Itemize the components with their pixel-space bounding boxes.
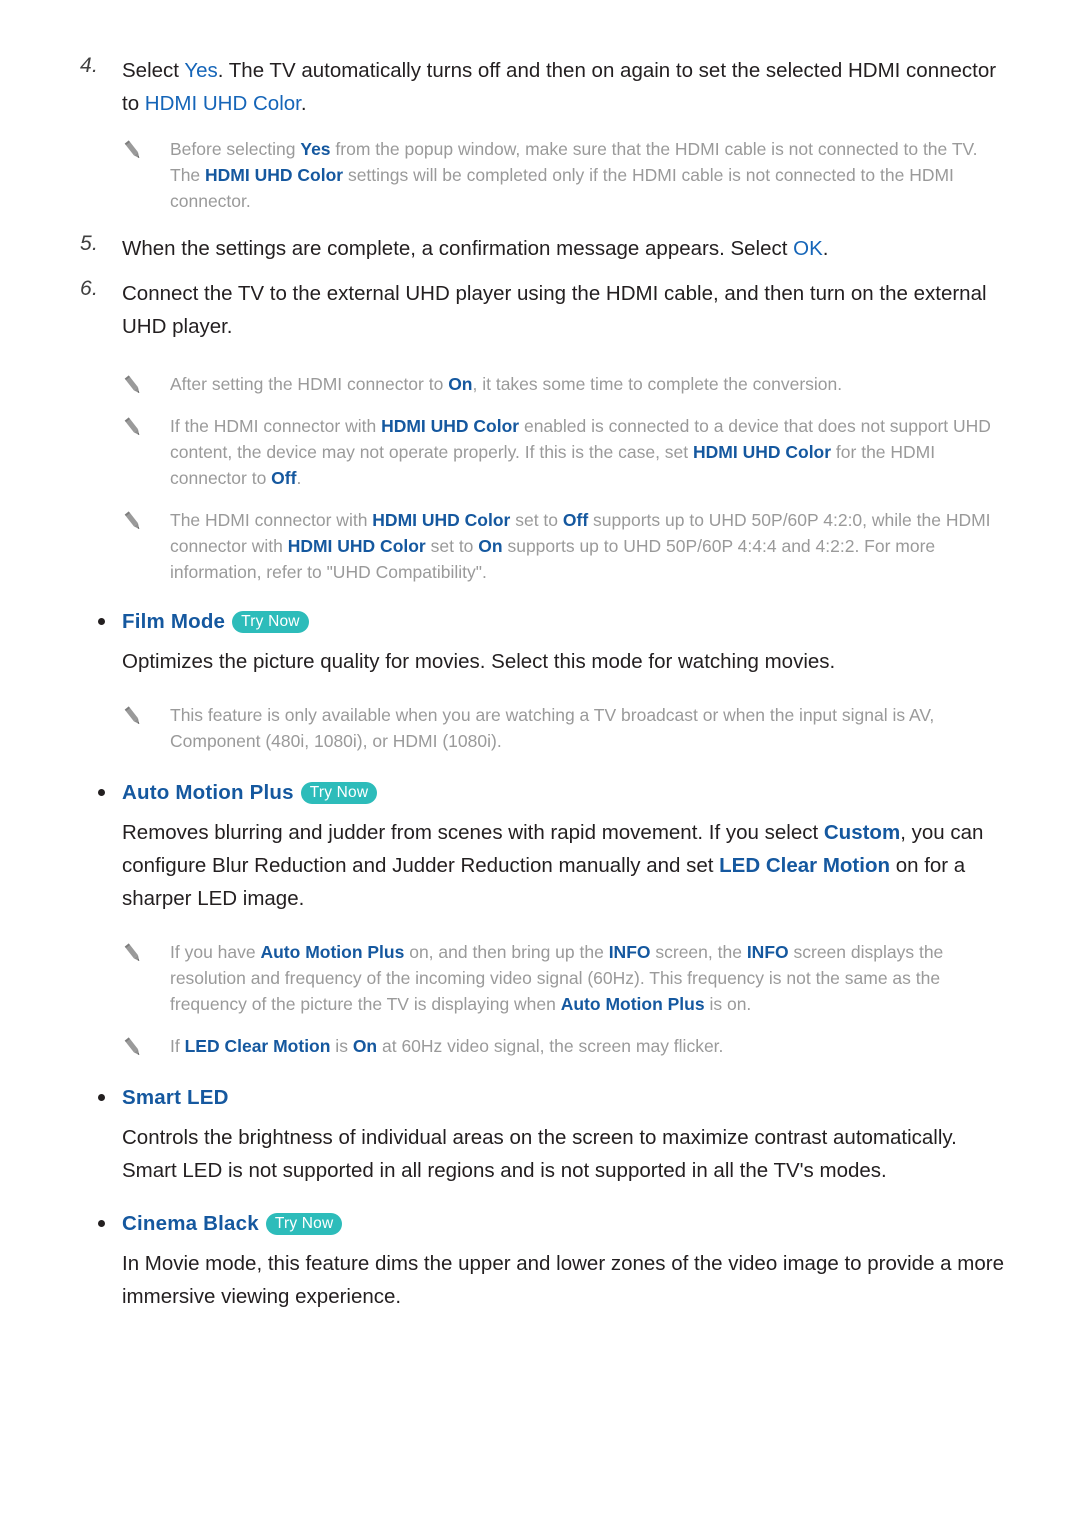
text-run: . (296, 468, 302, 488)
inline-emphasis[interactable]: INFO (609, 942, 651, 962)
step-text-part: . (300, 92, 307, 115)
inline-emphasis[interactable]: Auto Motion Plus (561, 994, 705, 1014)
text-run: In Movie mode, this feature dims the upp… (122, 1252, 1004, 1308)
step-text-part: Select (122, 59, 185, 82)
note-text: If the HDMI connector with HDMI UHD Colo… (170, 416, 991, 488)
pencil-icon (120, 509, 146, 535)
inline-emphasis[interactable]: Yes (300, 139, 330, 159)
text-run: After setting the HDMI connector to (170, 374, 449, 394)
note-text: Before selecting Yes from the popup wind… (170, 139, 977, 211)
note-item: The HDMI connector with HDMI UHD Color s… (120, 507, 1008, 585)
bullet-icon (98, 789, 105, 796)
step-text: Connect the TV to the external UHD playe… (122, 282, 987, 338)
feature-heading-auto-motion-plus: Auto Motion Plus Try Now (72, 778, 1008, 808)
text-run: screen, the (650, 942, 747, 962)
try-now-badge[interactable]: Try Now (265, 1213, 343, 1235)
inline-emphasis[interactable]: HDMI UHD Color (381, 416, 519, 436)
note-item: This feature is only available when you … (120, 702, 1008, 754)
bullet-icon (98, 618, 105, 625)
note-text: The HDMI connector with HDMI UHD Color s… (170, 510, 991, 582)
try-now-badge[interactable]: Try Now (300, 782, 378, 804)
inline-emphasis[interactable]: HDMI UHD Color (372, 510, 510, 530)
step-item: 5. When the settings are complete, a con… (72, 232, 1008, 265)
note-text: After setting the HDMI connector to On, … (170, 374, 842, 394)
inline-emphasis[interactable]: Off (271, 468, 296, 488)
step-text-part: . (822, 237, 829, 260)
pencil-icon (120, 941, 146, 967)
inline-emphasis[interactable]: LED Clear Motion (185, 1036, 331, 1056)
feature-title: Auto Motion Plus (122, 781, 294, 804)
text-run: , it takes some time to complete the con… (472, 374, 843, 394)
inline-link-ok[interactable]: OK (793, 237, 823, 260)
pencil-icon (120, 704, 146, 730)
feature-title: Film Mode (122, 610, 226, 633)
text-run: This feature is only available when you … (170, 705, 935, 751)
feature-title: Cinema Black (122, 1212, 259, 1235)
note-item: If you have Auto Motion Plus on, and the… (120, 939, 1008, 1017)
text-run: If (170, 1036, 185, 1056)
note-item: If LED Clear Motion is On at 60Hz video … (120, 1033, 1008, 1059)
step-item: 6. Connect the TV to the external UHD pl… (72, 277, 1008, 343)
text-run: Before selecting (170, 139, 301, 159)
pencil-icon (120, 373, 146, 399)
step-number: 4. (80, 54, 99, 77)
pencil-icon (120, 415, 146, 441)
feature-heading-cinema-black: Cinema Black Try Now (72, 1209, 1008, 1239)
document-page: 4. Select Yes. The TV automatically turn… (0, 0, 1080, 1527)
note-text: If you have Auto Motion Plus on, and the… (170, 942, 943, 1014)
step-text-part: When the settings are complete, a confir… (122, 237, 794, 260)
bullet-icon (98, 1220, 105, 1227)
note-item: Before selecting Yes from the popup wind… (120, 136, 1008, 214)
note-text: This feature is only available when you … (170, 705, 934, 751)
note-item: After setting the HDMI connector to On, … (120, 371, 1008, 397)
inline-link-hdmi-uhd-color[interactable]: HDMI UHD Color (145, 92, 301, 115)
step-text: Select Yes. The TV automatically turns o… (122, 59, 996, 115)
step-number: 6. (80, 277, 99, 300)
text-run: set to (510, 510, 563, 530)
text-run: is (330, 1036, 353, 1056)
inline-emphasis[interactable]: HDMI UHD Color (205, 165, 343, 185)
inline-emphasis[interactable]: HDMI UHD Color (693, 442, 831, 462)
text-run: is on. (704, 994, 752, 1014)
feature-heading-smart-led: Smart LED (72, 1083, 1008, 1113)
step-text: When the settings are complete, a confir… (122, 237, 828, 260)
note-item: If the HDMI connector with HDMI UHD Colo… (120, 413, 1008, 491)
text-run: The HDMI connector with (170, 510, 373, 530)
inline-emphasis[interactable]: On (353, 1036, 377, 1056)
note-text: If LED Clear Motion is On at 60Hz video … (170, 1036, 723, 1056)
step-number: 5. (80, 232, 99, 255)
inline-emphasis[interactable]: Custom (824, 821, 900, 844)
inline-emphasis[interactable]: On (448, 374, 472, 394)
feature-title: Smart LED (122, 1086, 229, 1109)
text-run: If the HDMI connector with (170, 416, 382, 436)
text-run: on, and then bring up the (404, 942, 609, 962)
inline-emphasis[interactable]: Auto Motion Plus (260, 942, 404, 962)
feature-description: Controls the brightness of individual ar… (122, 1121, 1008, 1187)
feature-description: Optimizes the picture quality for movies… (122, 645, 1008, 678)
text-run: If you have (170, 942, 261, 962)
pencil-icon (120, 1035, 146, 1061)
inline-emphasis[interactable]: INFO (747, 942, 789, 962)
feature-description: In Movie mode, this feature dims the upp… (122, 1247, 1008, 1313)
inline-emphasis[interactable]: HDMI UHD Color (288, 536, 426, 556)
text-run: set to (425, 536, 479, 556)
bullet-icon (98, 1094, 105, 1101)
inline-emphasis[interactable]: LED Clear Motion (719, 854, 890, 877)
feature-description: Removes blurring and judder from scenes … (122, 816, 1008, 915)
feature-heading-film-mode: Film Mode Try Now (72, 607, 1008, 637)
text-run: Optimizes the picture quality for movies… (122, 650, 836, 673)
try-now-badge[interactable]: Try Now (232, 611, 309, 633)
pencil-icon (120, 138, 146, 164)
text-run: at 60Hz video signal, the screen may fli… (377, 1036, 724, 1056)
text-run: Removes blurring and judder from scenes … (122, 821, 824, 844)
step-item: 4. Select Yes. The TV automatically turn… (72, 54, 1008, 120)
text-run: Controls the brightness of individual ar… (122, 1126, 957, 1182)
inline-emphasis[interactable]: Off (563, 510, 588, 530)
inline-link-yes[interactable]: Yes (184, 59, 217, 82)
inline-emphasis[interactable]: On (478, 536, 502, 556)
